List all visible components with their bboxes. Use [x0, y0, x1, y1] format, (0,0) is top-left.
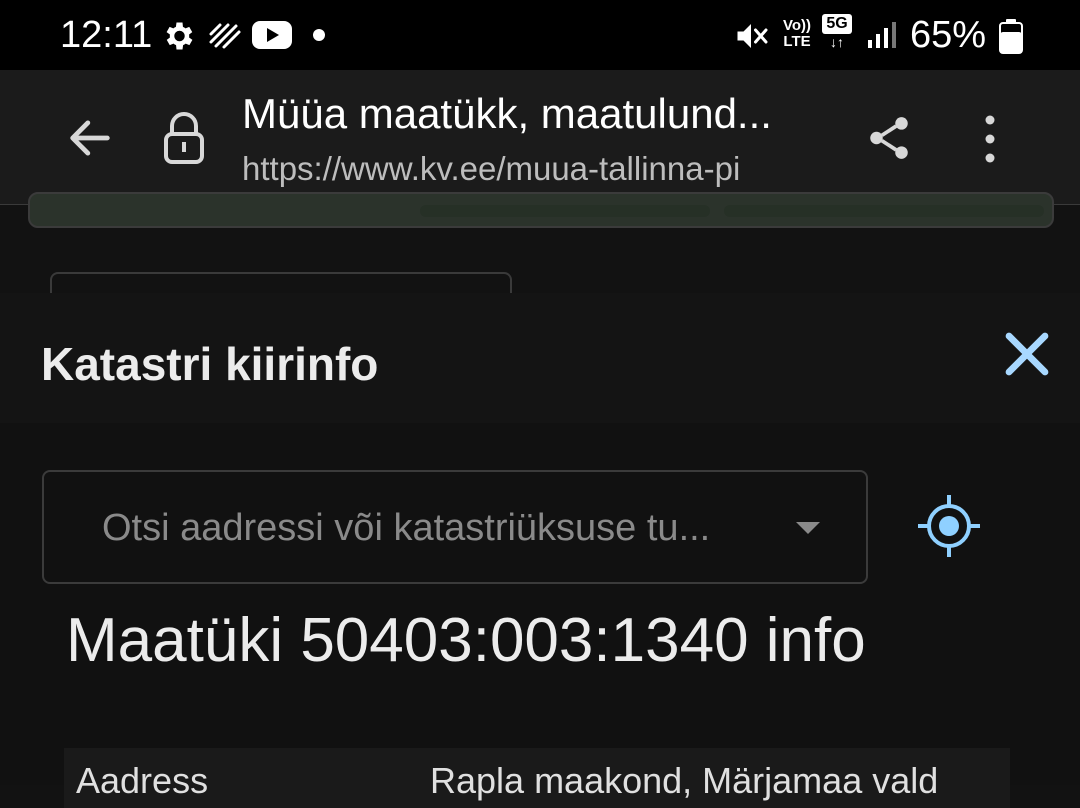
search-combobox[interactable]	[42, 470, 868, 584]
youtube-icon	[252, 21, 292, 49]
cell-signal-icon	[868, 22, 896, 48]
dialog-title: Katastri kiirinfo	[41, 338, 379, 390]
clock: 12:11	[60, 14, 153, 56]
row-label: Aadress	[76, 760, 209, 801]
share-icon[interactable]	[864, 112, 914, 164]
page-title[interactable]: Müüa maatükk, maatulund...	[242, 90, 772, 138]
battery-icon	[999, 19, 1023, 54]
url-text[interactable]: https://www.kv.ee/muua-tallinna-pi	[242, 150, 822, 188]
my-location-icon[interactable]	[916, 493, 982, 559]
search-input[interactable]	[100, 472, 830, 584]
lock-icon[interactable]	[160, 110, 208, 166]
dialog-header: Katastri kiirinfo	[0, 293, 1080, 423]
row-value: Rapla maakond, Märjamaa vald	[430, 760, 939, 801]
5g-label: 5G	[822, 14, 852, 34]
browser-toolbar: Müüa maatükk, maatulund... https://www.k…	[0, 70, 1080, 205]
gear-icon	[166, 22, 193, 50]
5g-icon: 5G ↓↑	[822, 14, 858, 54]
dot-icon	[313, 29, 325, 41]
battery-percent: 65%	[910, 14, 987, 56]
dropdown-arrow-icon[interactable]	[794, 520, 822, 536]
close-icon[interactable]	[1000, 327, 1054, 381]
parcel-heading: Maatüki 50403:003:1340 info	[66, 606, 866, 675]
dialog-body: Maatüki 50403:003:1340 info Aadress Rapl…	[0, 423, 1080, 808]
table-row: Aadress Rapla maakond, Märjamaa vald	[64, 748, 1010, 808]
back-arrow-icon[interactable]	[64, 112, 116, 164]
status-bar: 12:11 Vo)) LTE 5G ↓↑ 65%	[0, 0, 1080, 70]
mute-icon	[737, 24, 768, 48]
map-control-right	[724, 205, 1044, 217]
volte-icon: Vo)) LTE	[782, 17, 812, 50]
data-arrows: ↓↑	[830, 34, 844, 50]
cadastre-dialog: Katastri kiirinfo Maatüki 50403:003:1340…	[0, 293, 1080, 808]
more-vert-icon[interactable]	[978, 114, 1002, 164]
map-control-left	[420, 205, 710, 217]
signal-strip-icon	[209, 23, 241, 49]
